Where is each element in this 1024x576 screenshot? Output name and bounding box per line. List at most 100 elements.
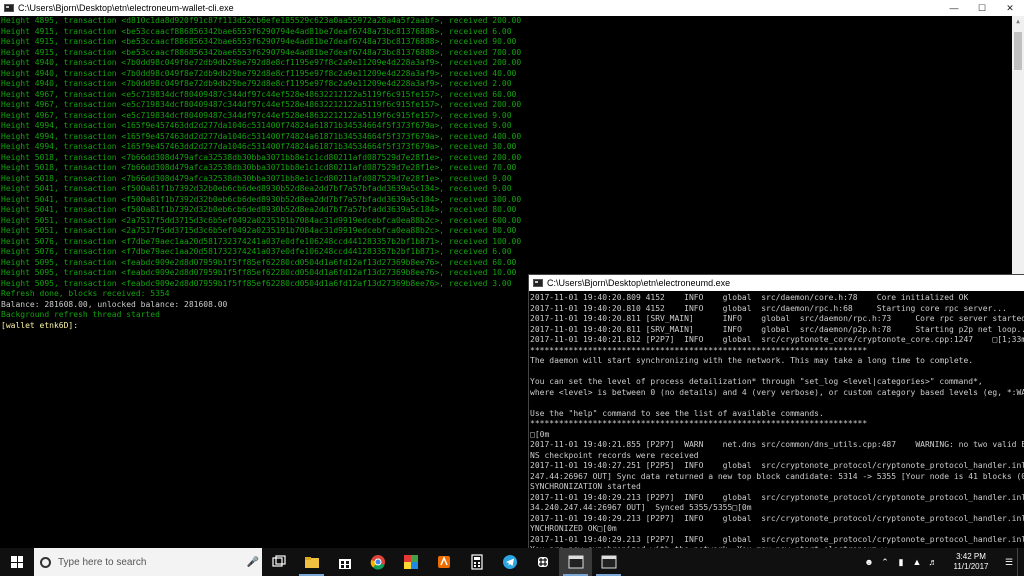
slack-icon [537, 557, 548, 567]
taskbar-app-multicolor[interactable] [394, 548, 427, 576]
console-line: Height 5076, transaction <f7dbe79aec1aa2… [1, 236, 522, 246]
chrome-icon [370, 555, 385, 570]
console-line: Height 4940, transaction <7b0dd98c049f8e… [1, 79, 512, 88]
console-line: Height 4967, transaction <e5c719834dcf80… [1, 89, 517, 99]
console-line: 2017-11-01 19:40:20.810 4152 INFO global… [530, 303, 1007, 313]
daemon-console-output[interactable]: 2017-11-01 19:40:20.809 4152 INFO global… [529, 293, 1024, 549]
console-app-icon [533, 279, 543, 287]
tray-person-icon[interactable]: ☻ [861, 557, 877, 567]
tray-chevron-up-icon[interactable]: ⌃ [877, 557, 893, 568]
console-line: 2017-11-01 19:40:20.811 [SRV_MAIN] INFO … [530, 314, 1024, 323]
console-line: 2017-11-01 19:40:29.213 [P2P7] INFO glob… [530, 534, 1024, 544]
action-center-icon[interactable]: ☰ [1001, 557, 1017, 568]
tray-battery-icon[interactable]: ▮ [893, 557, 909, 568]
taskbar-store[interactable] [328, 548, 361, 576]
daemon-window[interactable]: C:\Users\Bjorn\Desktop\etn\electroneumd.… [528, 274, 1024, 549]
console-line: Height 5041, transaction <f500a81f1b7392… [1, 184, 512, 193]
taskbar-telegram[interactable] [493, 548, 526, 576]
console-line: 2017-11-01 19:40:21.855 [P2P7] WARN net.… [530, 440, 1024, 449]
daemon-window-title: C:\Users\Bjorn\Desktop\etn\electroneumd.… [547, 278, 731, 288]
tray-volume-icon[interactable]: ♬ [925, 557, 941, 567]
console-line: Height 5018, transaction <7b66dd308d479a… [1, 152, 522, 162]
task-view-icon [271, 555, 286, 567]
console-line: Height 5018, transaction <7b66dd308d479a… [1, 163, 517, 172]
file-explorer-icon [304, 557, 319, 568]
console-app-icon [4, 4, 14, 12]
console-line: □[0m [530, 429, 550, 439]
console-line: ****************************************… [530, 419, 868, 428]
console-line: Height 4915, transaction <be53ccaacf8868… [1, 37, 517, 46]
scroll-up-arrow-icon[interactable]: ▲ [1012, 16, 1024, 28]
console-line: Height 4994, transaction <165f9e457463dd… [1, 121, 512, 130]
taskbar-file-explorer[interactable] [295, 548, 328, 576]
cortana-circle-icon [40, 556, 51, 568]
console-line: where <level> is between 0 (no details) … [530, 387, 1024, 397]
daemon-window-titlebar[interactable]: C:\Users\Bjorn\Desktop\etn\electroneumd.… [529, 275, 1024, 291]
minimize-button[interactable]: — [940, 0, 968, 16]
console-window-icon [601, 555, 616, 569]
taskbar-console-wallet[interactable] [592, 548, 625, 576]
calculator-icon [470, 554, 483, 570]
console-line: Height 5041, transaction <f500a81f1b7392… [1, 194, 522, 204]
console-line: 2017-11-01 19:40:20.811 [SRV_MAIN] INFO … [530, 324, 1024, 334]
console-window-icon [568, 555, 583, 569]
console-line: 34.240.247.44:26967 OUT] Synced 5355/535… [530, 503, 752, 512]
windows-logo-icon [11, 556, 23, 568]
console-line: Height 4915, transaction <be53ccaacf8868… [1, 26, 512, 36]
console-line: Height 4994, transaction <165f9e457463dd… [1, 142, 517, 151]
orange-app-icon [437, 556, 450, 568]
microphone-icon[interactable]: 🎤 [244, 557, 262, 568]
console-line: Height 4994, transaction <165f9e457463dd… [1, 131, 522, 141]
clock-date: 11/1/2017 [953, 562, 989, 571]
taskbar-calculator[interactable] [460, 548, 493, 576]
console-line: Height 4895, transaction <d810c1da8d920f… [1, 16, 522, 25]
colorful-app-icon [403, 555, 418, 569]
taskbar-chrome[interactable] [361, 548, 394, 576]
taskbar-console-daemon[interactable] [559, 548, 592, 576]
taskbar-search-box[interactable]: Type here to search 🎤 [34, 548, 262, 576]
console-line: 247.44:26967 OUT] Sync data returned a n… [530, 471, 1024, 481]
task-view-button[interactable] [262, 548, 295, 576]
console-line: Height 5051, transaction <2a7517f5dd3715… [1, 226, 517, 235]
console-line: Height 4967, transaction <e5c719834dcf80… [1, 100, 522, 109]
store-bag-icon [338, 559, 351, 569]
console-line: NS checkpoint records were received [530, 450, 699, 460]
console-line: 2017-11-01 19:40:29.213 [P2P7] INFO glob… [530, 513, 1024, 523]
taskbar-app-orange[interactable] [427, 548, 460, 576]
maximize-button[interactable]: ☐ [968, 0, 996, 16]
console-line: Height 5076, transaction <f7dbe79aec1aa2… [1, 247, 512, 256]
console-line: Height 5095, transaction <feabdc909e2d8d… [1, 257, 517, 267]
wallet-window-titlebar[interactable]: C:\Users\Bjorn\Desktop\etn\electroneum-w… [0, 0, 1024, 16]
console-line: 2017-11-01 19:40:29.213 [P2P7] INFO glob… [530, 492, 1024, 502]
console-line: SYNCHRONIZATION started [530, 482, 641, 491]
console-line: 2017-11-01 19:40:20.809 4152 INFO global… [530, 293, 969, 302]
close-button[interactable]: ✕ [996, 0, 1024, 16]
console-line: The daemon will start synchronizing with… [530, 356, 974, 365]
console-line: Height 4967, transaction <e5c719834dcf80… [1, 110, 512, 120]
console-line: Height 5051, transaction <2a7517f5dd3715… [1, 215, 522, 225]
console-line: ****************************************… [530, 345, 868, 355]
console-line: Height 4940, transaction <7b0dd98c049f8e… [1, 68, 517, 78]
start-button[interactable] [0, 548, 34, 576]
console-line: You can set the level of process detaili… [530, 377, 983, 386]
system-tray: ☻ ⌃ ▮ ▲ ♬ 3:42 PM 11/1/2017 ☰ [861, 548, 1024, 576]
console-line: Height 5041, transaction <f500a81f1b7392… [1, 205, 517, 214]
taskbar-clock[interactable]: 3:42 PM 11/1/2017 [941, 552, 1001, 572]
console-line: YNCHRONIZED OK□[0m [530, 524, 617, 533]
taskbar-slack[interactable] [526, 548, 559, 576]
taskbar: Type here to search 🎤 ☻ ⌃ ▮ ▲ ♬ 3:42 PM … [0, 548, 1024, 576]
console-line: 2017-11-01 19:40:27.251 [P2P5] INFO glob… [530, 461, 1024, 470]
console-line: Use the "help" command to see the list o… [530, 408, 824, 418]
wallet-window-title: C:\Users\Bjorn\Desktop\etn\electroneum-w… [18, 3, 234, 13]
console-line: Height 4940, transaction <7b0dd98c049f8e… [1, 58, 522, 67]
console-line: Height 5018, transaction <7b66dd308d479a… [1, 173, 512, 183]
tray-network-icon[interactable]: ▲ [909, 557, 925, 567]
scrollbar-thumb[interactable] [1014, 32, 1022, 70]
search-placeholder: Type here to search [58, 556, 147, 568]
console-line: Height 4915, transaction <be53ccaacf8868… [1, 47, 522, 57]
show-desktop-button[interactable] [1017, 548, 1024, 576]
clock-time: 3:42 PM [956, 552, 986, 561]
telegram-icon [502, 555, 517, 569]
